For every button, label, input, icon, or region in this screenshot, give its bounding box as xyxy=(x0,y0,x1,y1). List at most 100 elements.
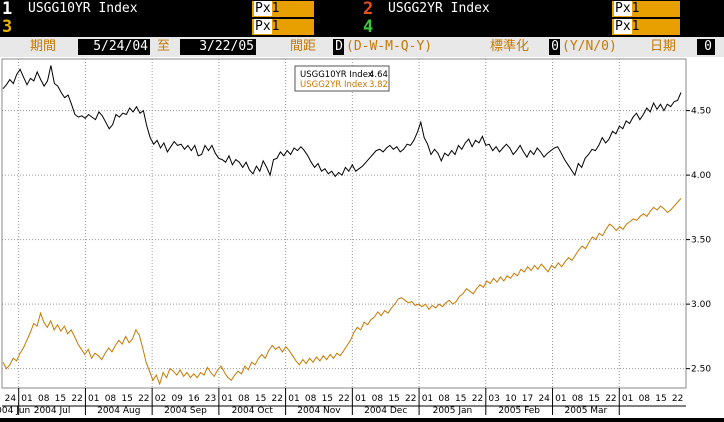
x-tick-label: 08 xyxy=(38,394,50,404)
chart-grid xyxy=(2,59,686,388)
x-tick-label: 22 xyxy=(672,394,683,404)
security-input-3[interactable] xyxy=(24,19,252,35)
field-code: Px xyxy=(254,19,272,34)
x-tick-label: 01 xyxy=(221,394,232,404)
x-month-label: 2004 Sep xyxy=(164,406,207,416)
field-code: Px xyxy=(614,1,632,16)
x-tick-label: 03 xyxy=(488,394,499,404)
chart-legend: USGG10YR Index 4.64 USGG2YR Index 3.82 xyxy=(294,65,390,92)
x-tick-label: 22 xyxy=(272,394,283,404)
x-tick-label: 01 xyxy=(355,394,366,404)
x-tick-label: 01 xyxy=(422,394,433,404)
field-input-2[interactable]: Px1 xyxy=(612,1,680,17)
x-month-label: 2004 Oct xyxy=(232,406,274,416)
x-month-label: 2005 Feb xyxy=(498,406,540,416)
interval-label: 間距 xyxy=(290,39,317,54)
x-tick-label: 08 xyxy=(105,394,117,404)
security-row-2: 3 Px1 4 Px1 xyxy=(0,18,724,36)
series-line-usgg2yr xyxy=(2,197,682,386)
security-input-4[interactable] xyxy=(384,19,612,35)
field-number: 1 xyxy=(631,19,640,34)
normalize-label: 標準化 xyxy=(490,39,530,54)
date-input[interactable]: 0 xyxy=(697,39,715,55)
chart-svg: 2.50 3.00 3.50 4.00 4.50 USGG10YR Index 4.64… xyxy=(0,58,711,416)
period-label: 期間 xyxy=(30,39,57,54)
x-tick-label: 08 xyxy=(305,394,317,404)
legend-name: USGG10YR Index xyxy=(300,70,373,80)
x-tick-label: 16 xyxy=(188,394,200,404)
normalize-input[interactable]: 0 xyxy=(549,39,560,55)
x-tick-label: 08 xyxy=(372,394,384,404)
x-tick-label: 15 xyxy=(455,394,466,404)
x-tick-label: 15 xyxy=(589,394,600,404)
interval-input[interactable]: D xyxy=(333,39,344,55)
plot-border xyxy=(1,58,687,389)
x-tick-label: 01 xyxy=(555,394,566,404)
field-code: Px xyxy=(614,19,632,34)
normalize-options: (Y/N/0) xyxy=(562,39,617,54)
x-month-label: 2004 Jul xyxy=(34,406,71,416)
x-tick-label: 23 xyxy=(205,394,216,404)
slot-number-3: 3 xyxy=(2,17,13,37)
field-input-1[interactable]: Px1 xyxy=(252,1,314,17)
x-tick-label: 17 xyxy=(522,394,533,404)
x-month-label: 2004 Aug xyxy=(97,406,140,416)
x-tick-label: 09 xyxy=(171,394,183,404)
price-chart[interactable]: 2.50 3.00 3.50 4.00 4.50 USGG10YR Index 4.64… xyxy=(0,57,724,418)
x-tick-label: 24 xyxy=(5,394,17,404)
security-input-2[interactable]: USGG2YR Index xyxy=(384,1,612,17)
start-date-input[interactable]: 5/24/04 xyxy=(78,39,150,55)
x-month-label: 2004 Dec xyxy=(364,406,407,416)
x-tick-label: 08 xyxy=(639,394,651,404)
x-axis: 24 01 08 15 22 01 08 15 22 02 09 16 23 01 08 15 22 01 08 15… xyxy=(0,388,686,416)
period-controls-bar: 期間 5/24/04 至 3/22/05 間距 D (D-W-M-Q-Y) 標準… xyxy=(0,37,724,57)
x-tick-label: 22 xyxy=(405,394,416,404)
legend-value: 3.82 xyxy=(369,80,388,90)
field-number: 1 xyxy=(271,19,280,34)
x-tick-label: 22 xyxy=(138,394,149,404)
x-tick-label: 15 xyxy=(55,394,66,404)
x-tick-label: 22 xyxy=(71,394,82,404)
x-month-label: 2004 Nov xyxy=(297,406,341,416)
series-layer xyxy=(2,65,682,386)
x-tick-label: 15 xyxy=(655,394,666,404)
legend-value: 4.64 xyxy=(369,70,388,80)
x-tick-label: 01 xyxy=(88,394,99,404)
x-tick-label: 15 xyxy=(322,394,333,404)
x-tick-label: 01 xyxy=(21,394,32,404)
x-tick-label: 02 xyxy=(155,394,166,404)
field-number: 1 xyxy=(631,1,640,16)
x-tick-label: 15 xyxy=(255,394,266,404)
y-tick-label: 4.00 xyxy=(691,171,711,181)
x-tick-label: 15 xyxy=(121,394,132,404)
x-month-label: 2005 Jan xyxy=(433,406,473,416)
x-tick-label: 01 xyxy=(622,394,633,404)
x-tick-label: 10 xyxy=(505,394,517,404)
y-tick-label: 2.50 xyxy=(691,365,711,375)
y-axis: 2.50 3.00 3.50 4.00 4.50 xyxy=(686,107,711,375)
x-tick-label: 22 xyxy=(338,394,349,404)
to-label: 至 xyxy=(157,39,171,54)
field-number: 1 xyxy=(271,1,280,16)
end-date-input[interactable]: 3/22/05 xyxy=(180,39,256,55)
slot-number-2: 2 xyxy=(363,0,374,19)
y-tick-label: 4.50 xyxy=(691,107,711,117)
x-month-label: 2004 Jun xyxy=(0,406,30,416)
x-tick-label: 08 xyxy=(238,394,250,404)
security-input-1[interactable]: USGG10YR Index xyxy=(24,1,252,17)
interval-options: (D-W-M-Q-Y) xyxy=(346,39,433,54)
x-tick-label: 01 xyxy=(288,394,299,404)
x-tick-label: 08 xyxy=(572,394,584,404)
field-input-4[interactable]: Px1 xyxy=(612,19,680,35)
x-tick-label: 15 xyxy=(388,394,399,404)
x-tick-label: 08 xyxy=(438,394,450,404)
x-tick-label: 24 xyxy=(538,394,550,404)
x-tick-label: 22 xyxy=(605,394,616,404)
slot-number-4: 4 xyxy=(363,17,374,37)
x-month-label: 2005 Mar xyxy=(565,406,608,416)
date-label: 日期 xyxy=(650,39,677,54)
field-input-3[interactable]: Px1 xyxy=(252,19,314,35)
x-tick-label: 22 xyxy=(472,394,483,404)
legend-name: USGG2YR Index xyxy=(300,80,367,90)
y-tick-label: 3.00 xyxy=(691,300,711,310)
